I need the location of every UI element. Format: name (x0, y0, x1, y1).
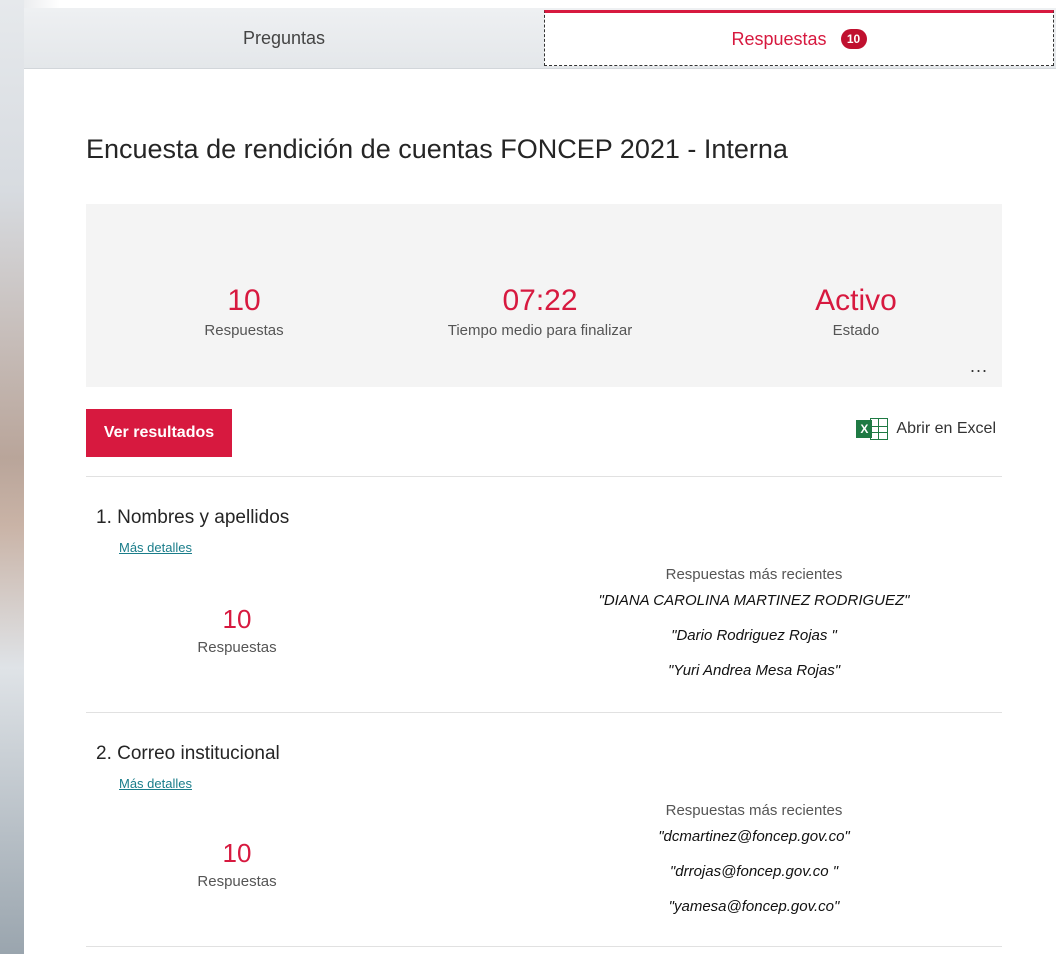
open-in-excel-button[interactable]: X Abrir en Excel (856, 418, 996, 440)
forms-card: Preguntas Respuestas 10 Encuesta de rend… (24, 8, 1056, 954)
stat-status-label: Estado (832, 322, 880, 339)
stat-responses-value: 10 (227, 284, 261, 317)
stat-status-value: Activo (815, 284, 897, 317)
stat-avg-time: 07:22 Tiempo medio para finalizar (420, 284, 660, 339)
recent-response-item: "Yuri Andrea Mesa Rojas" (667, 662, 841, 679)
divider (86, 476, 1002, 477)
tab-questions-label: Preguntas (242, 27, 326, 48)
question-2-count-value: 10 (222, 838, 252, 868)
tab-responses[interactable]: Respuestas 10 (544, 10, 1054, 66)
question-1-count-value: 10 (222, 604, 252, 634)
tab-responses-label: Respuestas (731, 28, 827, 49)
open-in-excel-label: Abrir en Excel (896, 420, 996, 437)
question-1-more-details-link[interactable]: Más detalles (119, 540, 192, 555)
recent-response-item: "yamesa@foncep.gov.co" (668, 898, 840, 915)
recent-response-item: "DIANA CAROLINA MARTINEZ RODRIGUEZ" (598, 592, 910, 609)
more-options-button[interactable]: ... (970, 356, 988, 377)
question-1-count-label: Respuestas (197, 639, 277, 656)
question-1-title: 1. Nombres y apellidos (96, 507, 289, 529)
question-1-number: 1. (96, 507, 112, 528)
divider (86, 946, 1002, 947)
excel-icon: X (856, 418, 889, 440)
recent-response-item: "drrojas@foncep.gov.co " (669, 863, 839, 880)
recent-response-item: "dcmartinez@foncep.gov.co" (658, 828, 850, 845)
tab-questions[interactable]: Preguntas (24, 8, 544, 68)
stat-status: Activo Estado (776, 284, 936, 339)
recent-responses-header: Respuestas más recientes (665, 802, 843, 819)
recent-response-item: "Dario Rodriguez Rojas " (671, 627, 837, 644)
question-2-recent-responses: Respuestas más recientes "dcmartinez@fon… (544, 802, 964, 932)
summary-panel: 10 Respuestas 07:22 Tiempo medio para fi… (86, 204, 1002, 387)
question-2-count-label: Respuestas (197, 873, 277, 890)
divider (86, 712, 1002, 713)
question-2-response-count: 10 Respuestas (194, 838, 280, 890)
tab-bar: Preguntas Respuestas 10 (24, 8, 1056, 69)
stat-responses: 10 Respuestas (164, 284, 324, 339)
stat-avg-time-value: 07:22 (502, 284, 578, 317)
question-1-response-count: 10 Respuestas (194, 604, 280, 656)
recent-responses-header: Respuestas más recientes (665, 566, 843, 583)
view-results-button[interactable]: Ver resultados (86, 409, 232, 457)
background-photo-strip (0, 0, 24, 954)
stat-responses-label: Respuestas (204, 322, 284, 339)
question-2-text: Correo institucional (117, 743, 280, 764)
stat-avg-time-label: Tiempo medio para finalizar (447, 322, 633, 339)
question-2-title: 2. Correo institucional (96, 743, 280, 765)
question-2-more-details-link[interactable]: Más detalles (119, 776, 192, 791)
question-1-recent-responses: Respuestas más recientes "DIANA CAROLINA… (544, 566, 964, 696)
form-title: Encuesta de rendición de cuentas FONCEP … (86, 134, 788, 164)
question-1-text: Nombres y apellidos (117, 507, 290, 528)
responses-count-badge: 10 (840, 29, 867, 49)
question-2-number: 2. (96, 743, 112, 764)
